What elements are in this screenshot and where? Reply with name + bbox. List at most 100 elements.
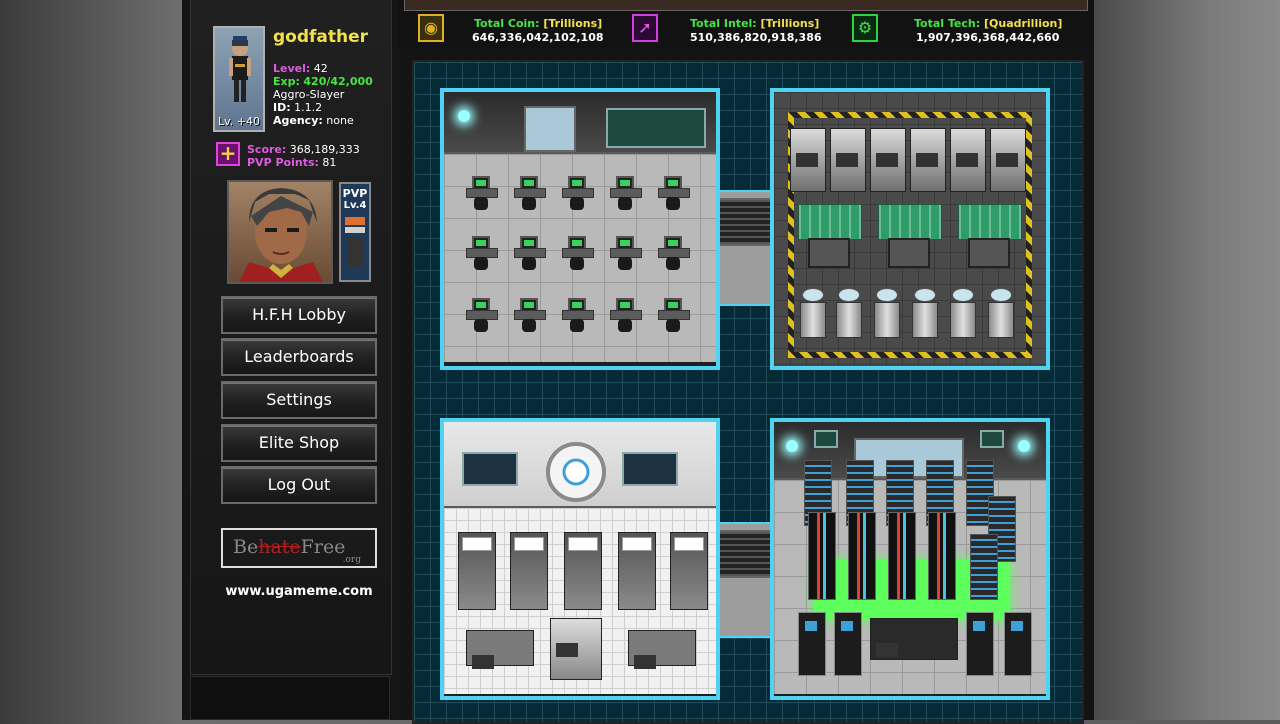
chemical-tank[interactable] bbox=[988, 288, 1014, 338]
chemical-tank[interactable] bbox=[836, 288, 862, 338]
logo-hate: hate bbox=[258, 536, 301, 558]
site-url-link[interactable]: www.ugameme.com bbox=[191, 584, 407, 599]
pvp-points-value: 81 bbox=[322, 156, 337, 169]
log-out-button[interactable]: Log Out bbox=[221, 466, 377, 504]
pvp-points-row: PVP Points: 81 bbox=[247, 156, 336, 169]
intel-label-row: Total Intel: [Trillions] bbox=[690, 17, 819, 30]
coin-unit: [Trillions] bbox=[543, 17, 603, 30]
server-rack[interactable] bbox=[848, 512, 876, 600]
chemical-tank[interactable] bbox=[800, 288, 826, 338]
lab-machine[interactable] bbox=[790, 128, 826, 192]
medical-monitor bbox=[462, 452, 518, 486]
lamp-icon bbox=[458, 110, 470, 122]
settings-button[interactable]: Settings bbox=[221, 381, 377, 419]
medical-bed[interactable] bbox=[618, 532, 656, 610]
intel-value: 510,386,820,918,386 bbox=[690, 31, 822, 44]
lab-machine[interactable] bbox=[990, 128, 1026, 192]
server-display bbox=[980, 430, 1004, 448]
office-door[interactable] bbox=[524, 106, 576, 152]
lab-machine[interactable] bbox=[870, 128, 906, 192]
office-room[interactable] bbox=[440, 88, 720, 370]
workstation[interactable] bbox=[562, 176, 594, 210]
medical-room[interactable] bbox=[440, 418, 720, 700]
chemical-tank[interactable] bbox=[874, 288, 900, 338]
player-name: godfather bbox=[273, 27, 369, 47]
workstation[interactable] bbox=[658, 236, 690, 270]
pvp-rank-icon bbox=[345, 217, 365, 267]
pvp-badge: PVP Lv.4 bbox=[339, 182, 371, 282]
map-frame bbox=[398, 48, 1094, 724]
server-rack[interactable] bbox=[928, 512, 956, 600]
avatar[interactable]: Lv. +40 bbox=[213, 26, 265, 132]
logo-org: .org bbox=[342, 555, 361, 565]
workstation[interactable] bbox=[610, 176, 642, 210]
growth-chamber[interactable] bbox=[798, 204, 862, 270]
lab-machine[interactable] bbox=[830, 128, 866, 192]
coin-icon[interactable]: ◉ bbox=[418, 14, 444, 42]
lamp-icon bbox=[1018, 440, 1030, 452]
id-label: ID: bbox=[273, 101, 291, 114]
growth-chamber[interactable] bbox=[878, 204, 942, 270]
resource-bar: ◉ Total Coin: [Trillions] 646,336,042,10… bbox=[398, 0, 1094, 50]
chemical-tank[interactable] bbox=[950, 288, 976, 338]
workstation[interactable] bbox=[514, 298, 546, 332]
medical-console[interactable] bbox=[550, 618, 602, 680]
tech-icon[interactable]: ⚙ bbox=[852, 14, 878, 42]
intel-unit: [Trillions] bbox=[760, 17, 820, 30]
server-cabinet[interactable] bbox=[1004, 612, 1032, 676]
office-display bbox=[606, 108, 706, 148]
lamp-icon bbox=[786, 440, 798, 452]
agency-label: Agency: bbox=[273, 114, 323, 127]
server-display bbox=[814, 430, 838, 448]
behatefree-logo[interactable]: BehateFree .org bbox=[221, 528, 377, 568]
tech-label: Total Tech: bbox=[914, 17, 981, 30]
score-plus-icon[interactable]: + bbox=[216, 142, 240, 166]
door-bottom[interactable] bbox=[714, 530, 774, 578]
server-rack[interactable] bbox=[808, 512, 836, 600]
chemical-tank[interactable] bbox=[912, 288, 938, 338]
server-cabinet[interactable] bbox=[966, 612, 994, 676]
lab-bench[interactable] bbox=[628, 630, 696, 669]
control-console[interactable] bbox=[870, 618, 958, 660]
level-row: Level: 42 bbox=[273, 62, 328, 75]
server-room[interactable] bbox=[770, 418, 1050, 700]
workstation[interactable] bbox=[514, 176, 546, 210]
coin-label-row: Total Coin: [Trillions] bbox=[474, 17, 602, 30]
intel-icon[interactable]: ➚ bbox=[632, 14, 658, 42]
workstation[interactable] bbox=[610, 298, 642, 332]
exp-row: Exp: 420/42,000 bbox=[273, 75, 373, 88]
base-map[interactable] bbox=[412, 60, 1084, 724]
tech-label-row: Total Tech: [Quadrillion] bbox=[914, 17, 1062, 30]
lab-room[interactable] bbox=[770, 88, 1050, 370]
workstation[interactable] bbox=[658, 176, 690, 210]
medical-bed[interactable] bbox=[510, 532, 548, 610]
workstation[interactable] bbox=[658, 298, 690, 332]
server-rack[interactable] bbox=[888, 512, 916, 600]
lab-machine[interactable] bbox=[910, 128, 946, 192]
server-unit[interactable] bbox=[970, 534, 998, 600]
hfh-lobby-button[interactable]: H.F.H Lobby bbox=[221, 296, 377, 334]
medical-bed[interactable] bbox=[670, 532, 708, 610]
workstation[interactable] bbox=[466, 298, 498, 332]
lab-machine[interactable] bbox=[950, 128, 986, 192]
agency-row: Agency: none bbox=[273, 114, 354, 127]
lab-bench[interactable] bbox=[466, 630, 534, 669]
leaderboards-button[interactable]: Leaderboards bbox=[221, 338, 377, 376]
workstation[interactable] bbox=[514, 236, 546, 270]
tech-value: 1,907,396,368,442,660 bbox=[916, 31, 1060, 44]
level-value: 42 bbox=[313, 62, 328, 75]
medical-bed[interactable] bbox=[564, 532, 602, 610]
workstation[interactable] bbox=[562, 236, 594, 270]
door-top[interactable] bbox=[714, 198, 774, 246]
workstation[interactable] bbox=[610, 236, 642, 270]
workstation[interactable] bbox=[466, 176, 498, 210]
growth-chamber[interactable] bbox=[958, 204, 1022, 270]
server-cabinet[interactable] bbox=[798, 612, 826, 676]
elite-shop-button[interactable]: Elite Shop bbox=[221, 424, 377, 462]
sidebar-footer bbox=[190, 676, 390, 720]
workstation[interactable] bbox=[562, 298, 594, 332]
server-cabinet[interactable] bbox=[834, 612, 862, 676]
medical-bed[interactable] bbox=[458, 532, 496, 610]
avatar-level-badge: Lv. +40 bbox=[218, 115, 260, 128]
workstation[interactable] bbox=[466, 236, 498, 270]
